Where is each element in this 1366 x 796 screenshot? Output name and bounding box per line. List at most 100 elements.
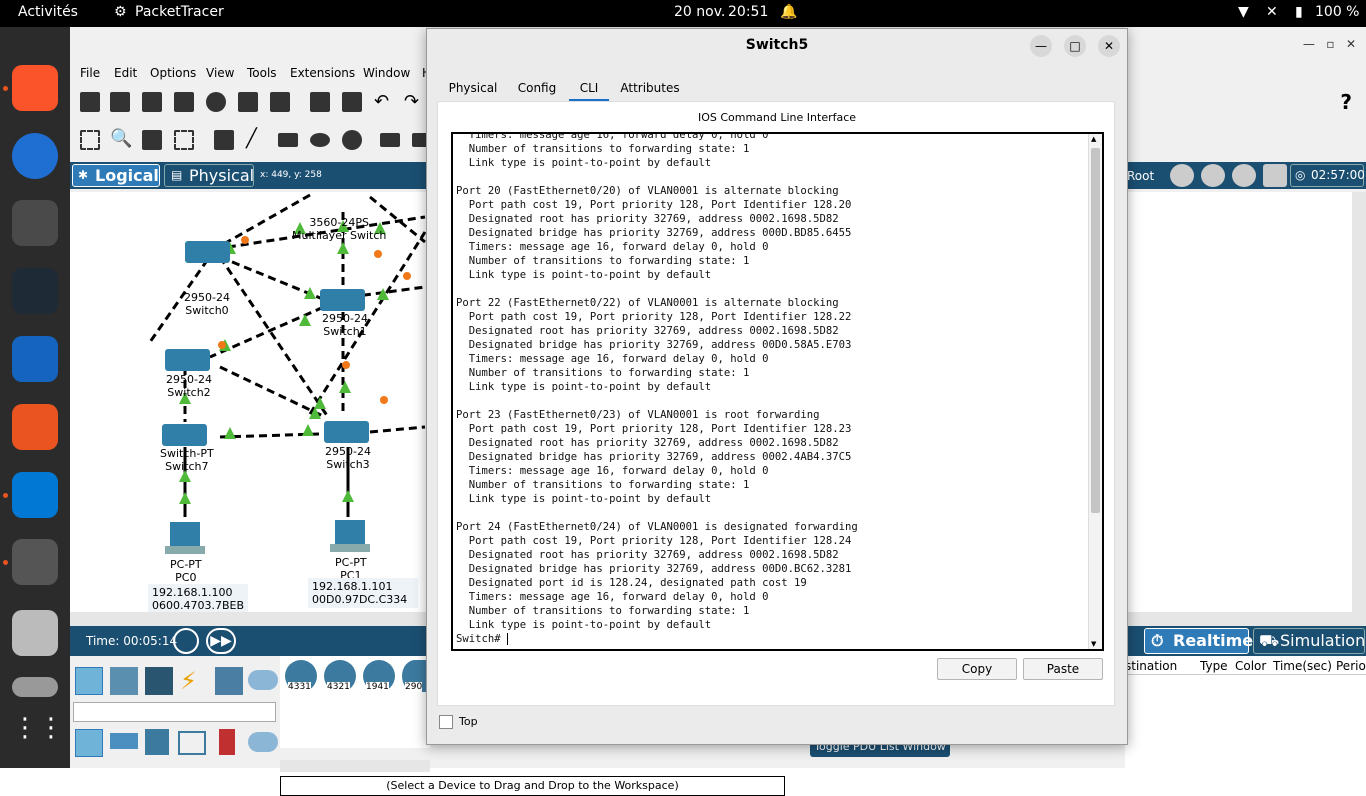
realtime-label: Realtime xyxy=(1173,631,1254,650)
freeform-icon[interactable] xyxy=(342,130,362,150)
menu-view[interactable]: View xyxy=(206,66,234,80)
mute-icon[interactable]: ✕ xyxy=(1266,4,1278,20)
right-hscrollbar[interactable] xyxy=(1125,612,1366,626)
scroll-up-icon[interactable]: ▲ xyxy=(1091,135,1096,143)
window-controls[interactable]: — ▫ ✕ xyxy=(1303,37,1356,51)
activity-wizard-icon[interactable] xyxy=(238,92,258,112)
cli-line: Timers: message age 16, forward delay 0,… xyxy=(456,353,769,365)
device-search-box[interactable] xyxy=(73,702,276,722)
menu-edit[interactable]: Edit xyxy=(114,66,137,80)
new-file-icon[interactable] xyxy=(80,92,100,112)
paste-icon[interactable] xyxy=(342,92,362,112)
delete-icon[interactable] xyxy=(142,130,162,150)
connections-category-icon[interactable]: ⚡ xyxy=(180,667,208,695)
app-center-icon[interactable] xyxy=(12,404,58,450)
resize-icon[interactable] xyxy=(174,130,194,150)
undo-icon[interactable]: ↶ xyxy=(374,92,394,112)
battery-label[interactable]: 100 % xyxy=(1315,4,1359,20)
cli-scrollbar[interactable]: ▲ ▼ xyxy=(1088,134,1102,649)
cli-line: Number of transitions to forwarding stat… xyxy=(456,255,750,267)
workspace-hscrollbar[interactable] xyxy=(70,612,430,626)
fast-forward-icon[interactable]: ▶▶ xyxy=(206,628,236,654)
drive-icon[interactable] xyxy=(12,677,58,697)
stopwatch-icon: ⏱ xyxy=(1151,631,1164,650)
redo-icon[interactable]: ↷ xyxy=(404,92,424,112)
inspect-icon[interactable]: 🔍 xyxy=(110,130,132,150)
simulation-tab[interactable]: ⛟ Simulation xyxy=(1253,628,1365,654)
move-icon[interactable] xyxy=(1232,164,1256,187)
note-icon[interactable] xyxy=(214,130,234,150)
cli-terminal[interactable]: Timers: message age 16, forward delay 0,… xyxy=(451,132,1104,651)
bell-icon[interactable]: 🔔 xyxy=(780,4,797,20)
switches-subcategory-icon[interactable] xyxy=(110,733,138,749)
clock-display[interactable]: ◎ 02:57:00 xyxy=(1290,164,1365,187)
wireless-subcategory-icon[interactable] xyxy=(178,731,206,755)
top-checkbox[interactable] xyxy=(439,715,453,729)
close-button[interactable]: ✕ xyxy=(1098,35,1120,57)
pdu-icon[interactable] xyxy=(380,133,400,147)
workspace-vscrollbar[interactable] xyxy=(1352,192,1366,612)
realtime-tab[interactable]: ⏱ Realtime xyxy=(1144,628,1253,654)
wan-emulation-subcategory-icon[interactable] xyxy=(248,732,278,752)
ssd-drive-icon[interactable] xyxy=(12,610,58,656)
paste-button[interactable]: Paste xyxy=(1023,658,1103,680)
vscode-icon[interactable] xyxy=(12,472,58,518)
rectangle-icon[interactable] xyxy=(278,133,298,147)
writer-icon[interactable] xyxy=(12,336,58,382)
ellipse-icon[interactable] xyxy=(310,133,330,147)
brave-icon[interactable] xyxy=(12,65,58,111)
tab-attributes[interactable]: Attributes xyxy=(617,77,683,101)
save-icon[interactable] xyxy=(142,92,162,112)
battery-icon[interactable]: ▮ xyxy=(1295,4,1303,20)
network-devices-category-icon[interactable] xyxy=(75,667,103,695)
multiuser-category-icon[interactable] xyxy=(248,670,278,690)
menu-extensions[interactable]: Extensions xyxy=(290,66,355,80)
copy-button[interactable]: Copy xyxy=(937,658,1017,680)
right-workspace[interactable] xyxy=(1125,192,1366,612)
maximize-button[interactable]: □ xyxy=(1064,35,1086,57)
menu-tools[interactable]: Tools xyxy=(247,66,277,80)
end-devices-category-icon[interactable] xyxy=(110,667,138,695)
power-cycle-icon[interactable] xyxy=(173,628,199,654)
palette-scrollbar[interactable] xyxy=(280,760,430,772)
alacritty-icon[interactable] xyxy=(12,268,58,314)
thunderbird-icon[interactable] xyxy=(12,133,58,179)
menu-file[interactable]: File xyxy=(80,66,100,80)
scroll-down-icon[interactable]: ▼ xyxy=(1091,640,1096,648)
open-folder-icon[interactable] xyxy=(110,92,130,112)
tab-cli[interactable]: CLI xyxy=(569,77,609,101)
tab-physical[interactable]: Physical xyxy=(445,77,501,101)
app-name[interactable]: PacketTracer xyxy=(135,4,224,20)
routers-subcategory-icon[interactable] xyxy=(75,729,103,757)
tab-config[interactable]: Config xyxy=(513,77,561,101)
cli-scroll-thumb[interactable] xyxy=(1091,148,1100,513)
activities-button[interactable]: Activités xyxy=(18,4,78,20)
wifi-icon[interactable]: ▼ xyxy=(1238,4,1249,20)
minimize-button[interactable]: — xyxy=(1030,35,1052,57)
hubs-subcategory-icon[interactable] xyxy=(145,729,169,755)
menu-window[interactable]: Window xyxy=(363,66,410,80)
menu-options[interactable]: Options xyxy=(150,66,196,80)
show-apps-icon[interactable]: ⋮⋮ xyxy=(12,713,64,759)
print-icon[interactable] xyxy=(174,92,194,112)
time-label: Time: 00:05:14 xyxy=(86,634,178,648)
select-icon[interactable] xyxy=(80,130,100,150)
components-category-icon[interactable] xyxy=(145,667,173,695)
viewport-icon[interactable] xyxy=(1263,164,1287,187)
physical-tab[interactable]: ▤ Physical xyxy=(164,164,254,187)
network-tool-icon[interactable] xyxy=(12,200,58,246)
cloud-icon[interactable] xyxy=(1201,164,1225,187)
logical-tab[interactable]: ✱ Logical xyxy=(72,164,160,187)
copy-icon[interactable] xyxy=(310,92,330,112)
security-subcategory-icon[interactable] xyxy=(219,729,235,755)
text-icon[interactable] xyxy=(270,92,290,112)
draw-line-icon[interactable]: ╱ xyxy=(246,130,266,150)
back-icon[interactable] xyxy=(1170,164,1194,187)
info-icon[interactable] xyxy=(206,92,226,112)
misc-category-icon[interactable] xyxy=(215,667,243,695)
help-icon[interactable]: ? xyxy=(1340,90,1352,114)
date-label[interactable]: 20 nov. xyxy=(674,4,725,20)
clock-label[interactable]: 20:51 xyxy=(728,4,768,20)
logical-workspace[interactable]: 3560-24PS Multilayer Switch 2950-24 Switch… xyxy=(70,192,430,614)
packet-tracer-icon[interactable] xyxy=(12,539,58,585)
